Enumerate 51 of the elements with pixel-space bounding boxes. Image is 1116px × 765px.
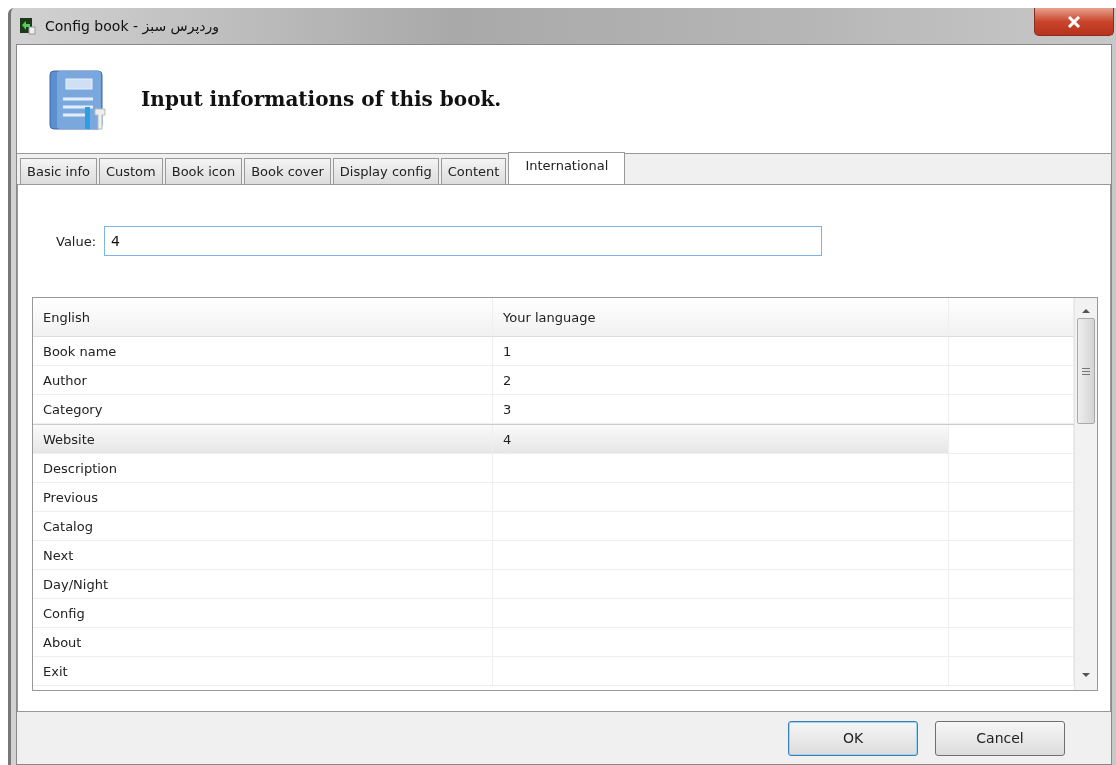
table-cell: Catalog — [43, 518, 93, 534]
tab[interactable]: Custom — [98, 158, 163, 184]
value-label: Value: — [56, 233, 97, 249]
grip-icon — [1082, 367, 1090, 375]
close-button[interactable] — [1034, 8, 1114, 36]
table-row[interactable]: About — [33, 628, 1074, 657]
close-icon — [1067, 15, 1081, 28]
tab[interactable]: Display config — [332, 158, 439, 184]
table-cell: Category — [43, 401, 103, 417]
table-cell: Author — [43, 372, 87, 388]
table-row[interactable]: Website 4 — [33, 424, 1074, 454]
table-cell: 3 — [503, 401, 512, 417]
column-header[interactable]: Your language — [493, 298, 949, 336]
table-row[interactable]: Catalog — [33, 512, 1074, 541]
table-cell: Exit — [43, 663, 68, 679]
table-cell: Day/Night — [43, 576, 108, 592]
table-row[interactable]: Book name 1 — [33, 337, 1074, 366]
table-cell: 2 — [503, 372, 512, 388]
table-cell: 1 — [503, 343, 512, 359]
dialog-button[interactable]: OK — [788, 720, 918, 756]
table-row[interactable]: Next — [33, 541, 1074, 570]
scrollbar[interactable] — [1074, 298, 1097, 690]
tab[interactable]: Content — [440, 158, 507, 184]
header-title: Input informations of this book. — [141, 87, 502, 111]
table-cell: Description — [43, 460, 118, 476]
scroll-down-icon[interactable] — [1081, 672, 1091, 678]
table-row[interactable]: Description — [33, 454, 1074, 483]
table-cell: Book name — [43, 343, 117, 359]
column-header[interactable]: English — [33, 298, 493, 336]
table-row[interactable]: Config — [33, 599, 1074, 628]
dialog-button[interactable]: Cancel — [935, 720, 1065, 756]
table-cell: 4 — [503, 431, 512, 447]
table-row[interactable]: Category 3 — [33, 395, 1074, 424]
table-cell: Next — [43, 547, 74, 563]
table-row[interactable]: Author 2 — [33, 366, 1074, 395]
tab[interactable]: Book cover — [244, 158, 331, 184]
table-row[interactable]: Previous — [33, 483, 1074, 512]
scroll-up-icon[interactable] — [1081, 308, 1091, 314]
app-icon — [19, 17, 37, 35]
value-field[interactable]: 4 — [104, 226, 823, 256]
tab[interactable]: Basic info — [20, 158, 97, 184]
table-cell: Previous — [43, 489, 98, 505]
table-row[interactable]: Day/Night — [33, 570, 1074, 599]
table-row[interactable]: Exit — [33, 657, 1074, 686]
scroll-thumb[interactable] — [1077, 318, 1095, 424]
table-cell: Config — [43, 605, 85, 621]
tab[interactable]: International — [508, 152, 626, 184]
table-cell: About — [43, 634, 82, 650]
tab[interactable]: Book icon — [164, 158, 243, 184]
window-title: Config book - وردپرس سبز — [45, 18, 220, 34]
table-cell: Website — [43, 431, 95, 447]
